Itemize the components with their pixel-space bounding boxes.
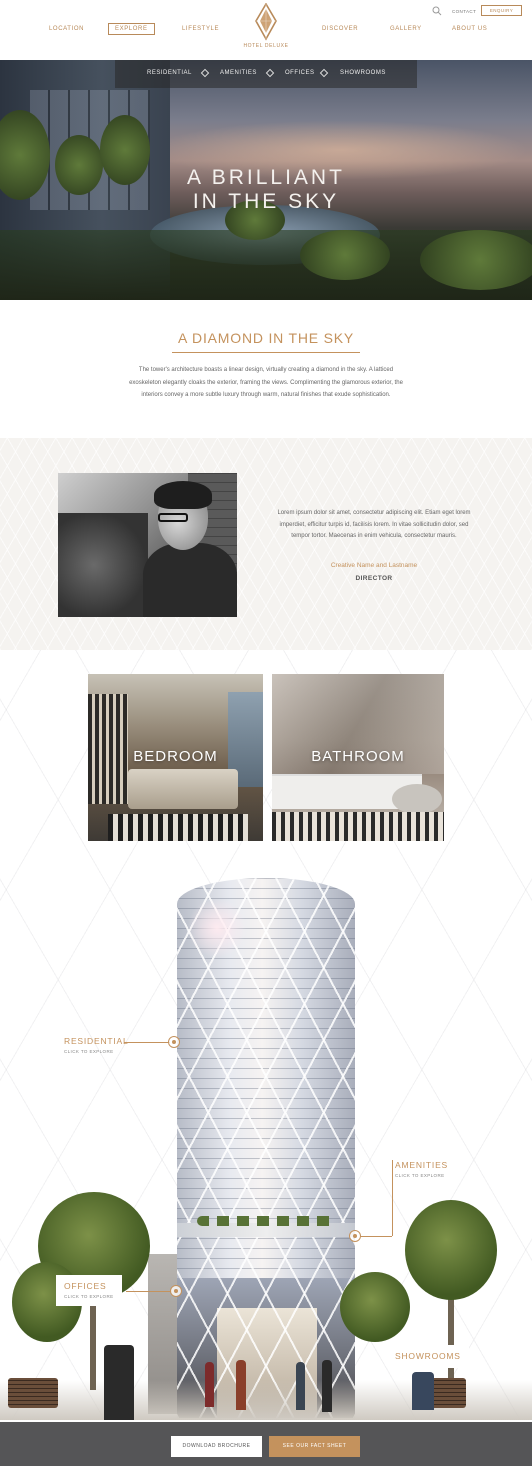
hotspot-residential-marker[interactable] xyxy=(168,1036,180,1048)
bedroom-label: BEDROOM xyxy=(133,748,218,765)
portrait-glasses xyxy=(158,513,188,522)
hero-title-line1: A BRILLIANT xyxy=(187,166,345,189)
intro-divider xyxy=(172,352,360,353)
contact-link[interactable]: CONTACT xyxy=(452,9,476,14)
bedroom-card[interactable]: BEDROOM xyxy=(88,674,263,841)
hotspot-connector xyxy=(126,1291,172,1292)
bathroom-card[interactable]: BATHROOM xyxy=(272,674,444,841)
hotspot-residential-label: RESIDENTIAL xyxy=(64,1036,129,1046)
nav-explore[interactable]: EXPLORE xyxy=(108,23,155,35)
site-header: LOCATION EXPLORE LIFESTYLE HOTEL DELUXE … xyxy=(0,0,532,60)
hotspot-offices-cta: CLICK TO EXPLORE xyxy=(64,1294,114,1299)
hotspot-offices-marker[interactable] xyxy=(170,1285,182,1297)
subnav-offices[interactable]: OFFICES xyxy=(285,70,315,76)
tower-illustration xyxy=(177,878,355,1418)
hotspot-connector xyxy=(392,1160,393,1236)
hero-subnav: RESIDENTIAL AMENITIES OFFICES SHOWROOMS xyxy=(115,60,417,88)
nav-about-us[interactable]: ABOUT US xyxy=(452,26,487,32)
bathroom-tub xyxy=(392,784,442,814)
brand-name: HOTEL DELUXE xyxy=(243,43,289,49)
tower-greenery xyxy=(197,1216,337,1226)
tower-lattice xyxy=(177,878,355,1418)
subnav-residential[interactable]: RESIDENTIAL xyxy=(147,70,192,76)
director-portrait xyxy=(58,473,237,617)
plaza-person xyxy=(236,1360,246,1410)
brand-logo[interactable]: HOTEL DELUXE xyxy=(241,2,291,51)
hotspot-amenities-marker[interactable] xyxy=(349,1230,361,1242)
diamond-separator-icon xyxy=(265,68,275,78)
hero-banner: RESIDENTIAL AMENITIES OFFICES SHOWROOMS … xyxy=(0,60,532,300)
diamond-separator-icon xyxy=(319,68,329,78)
nav-location[interactable]: LOCATION xyxy=(49,26,84,32)
plaza-person xyxy=(205,1362,214,1407)
hotspot-showrooms[interactable]: SHOWROOMS xyxy=(387,1345,469,1368)
hotspot-offices[interactable]: OFFICES CLICK TO EXPLORE xyxy=(56,1275,122,1306)
fact-sheet-button[interactable]: SEE OUR FACT SHEET xyxy=(269,1436,360,1457)
subnav-showrooms[interactable]: SHOWROOMS xyxy=(340,70,386,76)
plaza-person xyxy=(412,1372,434,1410)
hotspot-amenities-label: AMENITIES xyxy=(395,1160,449,1170)
hotspot-showrooms-label: SHOWROOMS xyxy=(395,1351,461,1361)
cta-footer xyxy=(0,1422,532,1466)
search-icon[interactable] xyxy=(432,6,442,16)
nav-discover[interactable]: DISCOVER xyxy=(322,26,358,32)
director-role: DIRECTOR xyxy=(355,575,393,582)
hotspot-residential[interactable]: RESIDENTIAL CLICK TO EXPLORE xyxy=(64,1036,129,1054)
hotspot-connector xyxy=(124,1042,170,1043)
director-name: Creative Name and Lastname xyxy=(330,562,418,569)
enquiry-button[interactable]: ENQUIRY xyxy=(481,5,522,16)
diamond-separator-icon xyxy=(200,68,210,78)
download-brochure-button[interactable]: DOWNLOAD BROCHURE xyxy=(171,1436,262,1457)
logo-diamond-icon xyxy=(255,2,277,41)
hotspot-residential-cta: CLICK TO EXPLORE xyxy=(64,1049,114,1054)
nav-lifestyle[interactable]: LIFESTYLE xyxy=(182,26,219,32)
intro-title: A DIAMOND IN THE SKY xyxy=(178,330,354,346)
hero-tree xyxy=(300,230,390,280)
subnav-amenities[interactable]: AMENITIES xyxy=(220,70,257,76)
hotspot-amenities-cta: CLICK TO EXPLORE xyxy=(395,1173,445,1178)
tower-glare xyxy=(187,898,247,958)
tree-trunk xyxy=(448,1290,454,1390)
plaza-person xyxy=(322,1360,332,1412)
bathroom-floor xyxy=(272,812,444,841)
bedroom-bed xyxy=(128,769,238,809)
page: LOCATION EXPLORE LIFESTYLE HOTEL DELUXE … xyxy=(0,0,532,1466)
nav-gallery[interactable]: GALLERY xyxy=(390,26,422,32)
plaza-bench xyxy=(430,1378,466,1408)
hotspot-connector xyxy=(360,1236,392,1237)
plaza-tree xyxy=(405,1200,497,1300)
director-quote: Lorem ipsum dolor sit amet, consectetur … xyxy=(277,510,471,539)
portrait-body xyxy=(143,543,237,617)
hotspot-amenities[interactable]: AMENITIES CLICK TO EXPLORE xyxy=(395,1160,448,1178)
portrait-bg xyxy=(58,513,148,617)
hotspot-offices-label: OFFICES xyxy=(64,1281,107,1291)
hero-title: A BRILLIANT IN THE SKY xyxy=(0,166,532,214)
plaza-person xyxy=(296,1362,305,1410)
hero-tree xyxy=(420,230,532,290)
plaza-bench xyxy=(8,1378,58,1408)
portrait-hair xyxy=(154,481,212,509)
bedroom-rug xyxy=(108,814,248,841)
plaza-person xyxy=(104,1345,134,1420)
intro-text: The tower's architecture boasts a linear… xyxy=(129,367,403,398)
hero-title-line2: IN THE SKY xyxy=(192,190,340,213)
bathroom-label: BATHROOM xyxy=(311,748,405,765)
plaza-tree xyxy=(340,1272,410,1342)
